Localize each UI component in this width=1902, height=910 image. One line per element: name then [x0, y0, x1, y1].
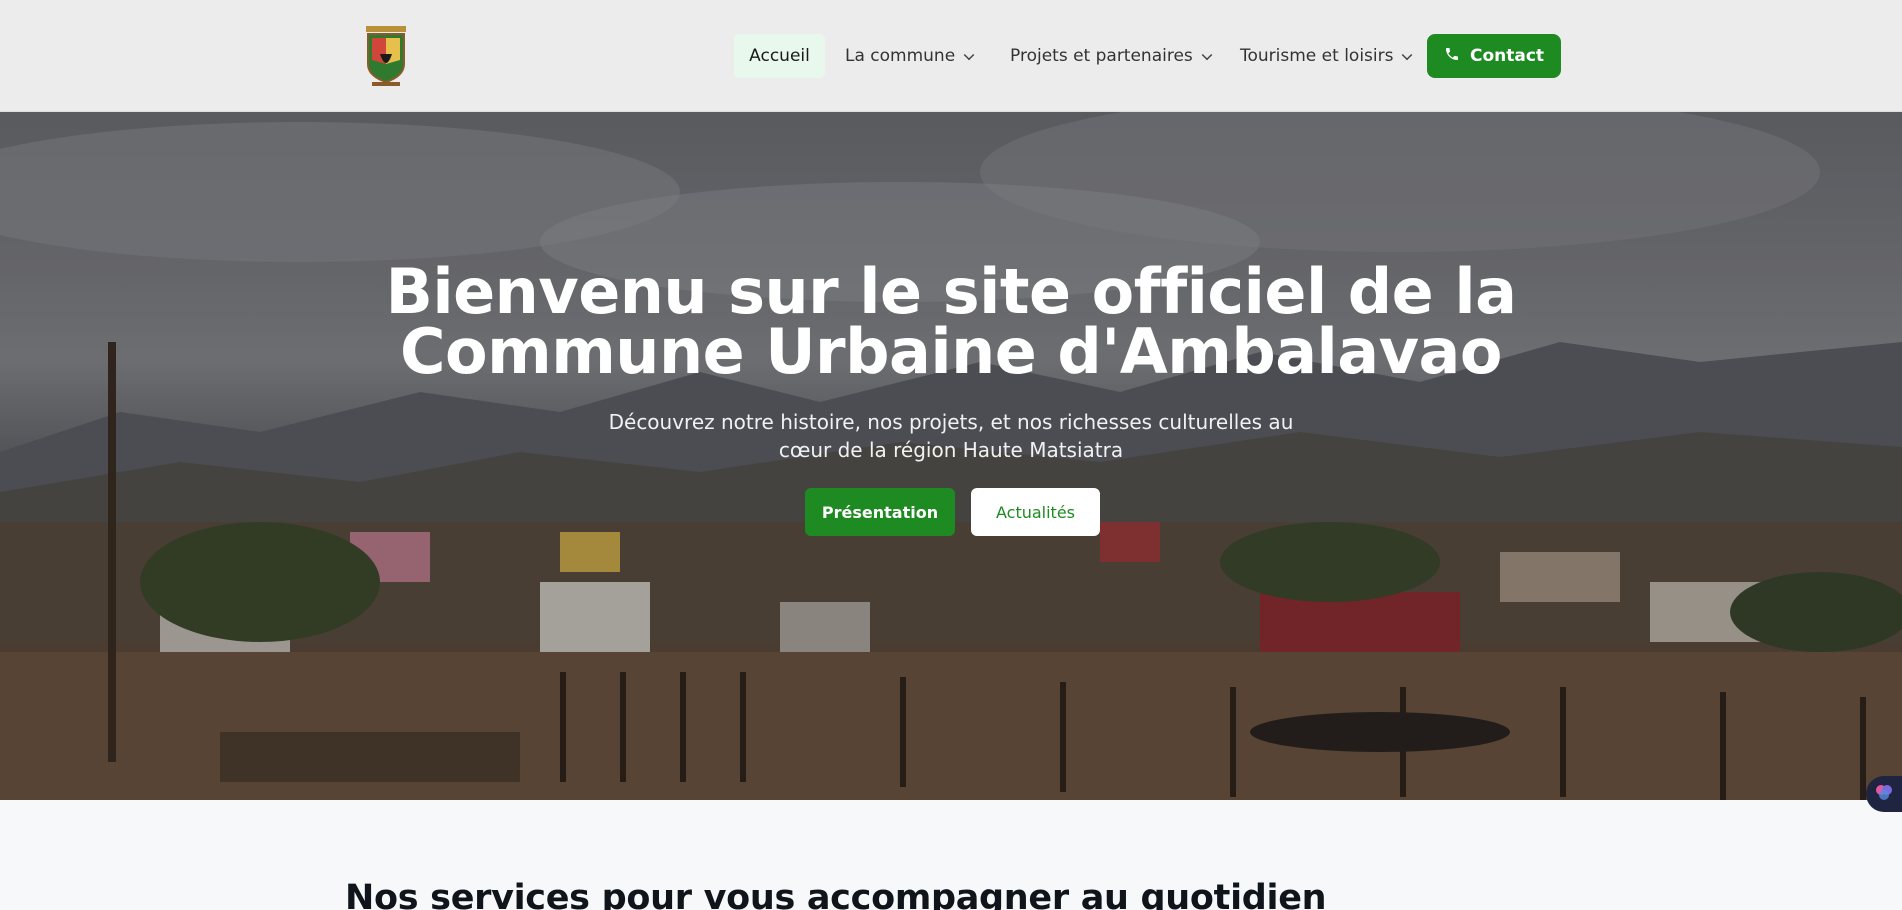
nav-la-commune-label: La commune: [845, 46, 956, 66]
hero-title-line2: Commune Urbaine d'Ambalavao: [400, 315, 1503, 388]
chevron-down-icon: [1402, 49, 1413, 60]
floating-widget-button[interactable]: [1866, 776, 1902, 812]
commune-crest-logo[interactable]: [362, 24, 410, 88]
nav-accueil-label: Accueil: [749, 46, 810, 66]
nav-la-commune[interactable]: La commune: [845, 34, 975, 78]
actualites-button[interactable]: Actualités: [971, 488, 1100, 536]
nav-projets-partenaires[interactable]: Projets et partenaires: [1010, 34, 1213, 78]
hero-section: Bienvenu sur le site officiel de la Comm…: [0, 112, 1902, 800]
nav-accueil[interactable]: Accueil: [734, 34, 825, 78]
nav-tourisme-loisirs[interactable]: Tourisme et loisirs: [1240, 34, 1413, 78]
hero-subtitle: Découvrez notre histoire, nos projets, e…: [608, 410, 1294, 462]
phone-icon: [1444, 46, 1460, 67]
nav-projets-label: Projets et partenaires: [1010, 46, 1193, 66]
site-header: Accueil La commune Projets et partenaire…: [0, 0, 1902, 112]
contact-label: Contact: [1469, 46, 1545, 66]
nav-tourisme-label: Tourisme et loisirs: [1240, 46, 1394, 66]
brain-icon: [1874, 782, 1894, 806]
hero-title: Bienvenu sur le site officiel de la Comm…: [0, 255, 1902, 388]
presentation-button[interactable]: Présentation: [805, 488, 955, 536]
chevron-down-icon: [1201, 49, 1213, 60]
contact-button[interactable]: Contact: [1427, 34, 1561, 78]
chevron-down-icon: [963, 49, 975, 60]
hero-title-line1: Bienvenu sur le site officiel de la: [385, 255, 1517, 328]
services-section-title: Nos services pour vous accompagner au qu…: [345, 878, 1327, 910]
